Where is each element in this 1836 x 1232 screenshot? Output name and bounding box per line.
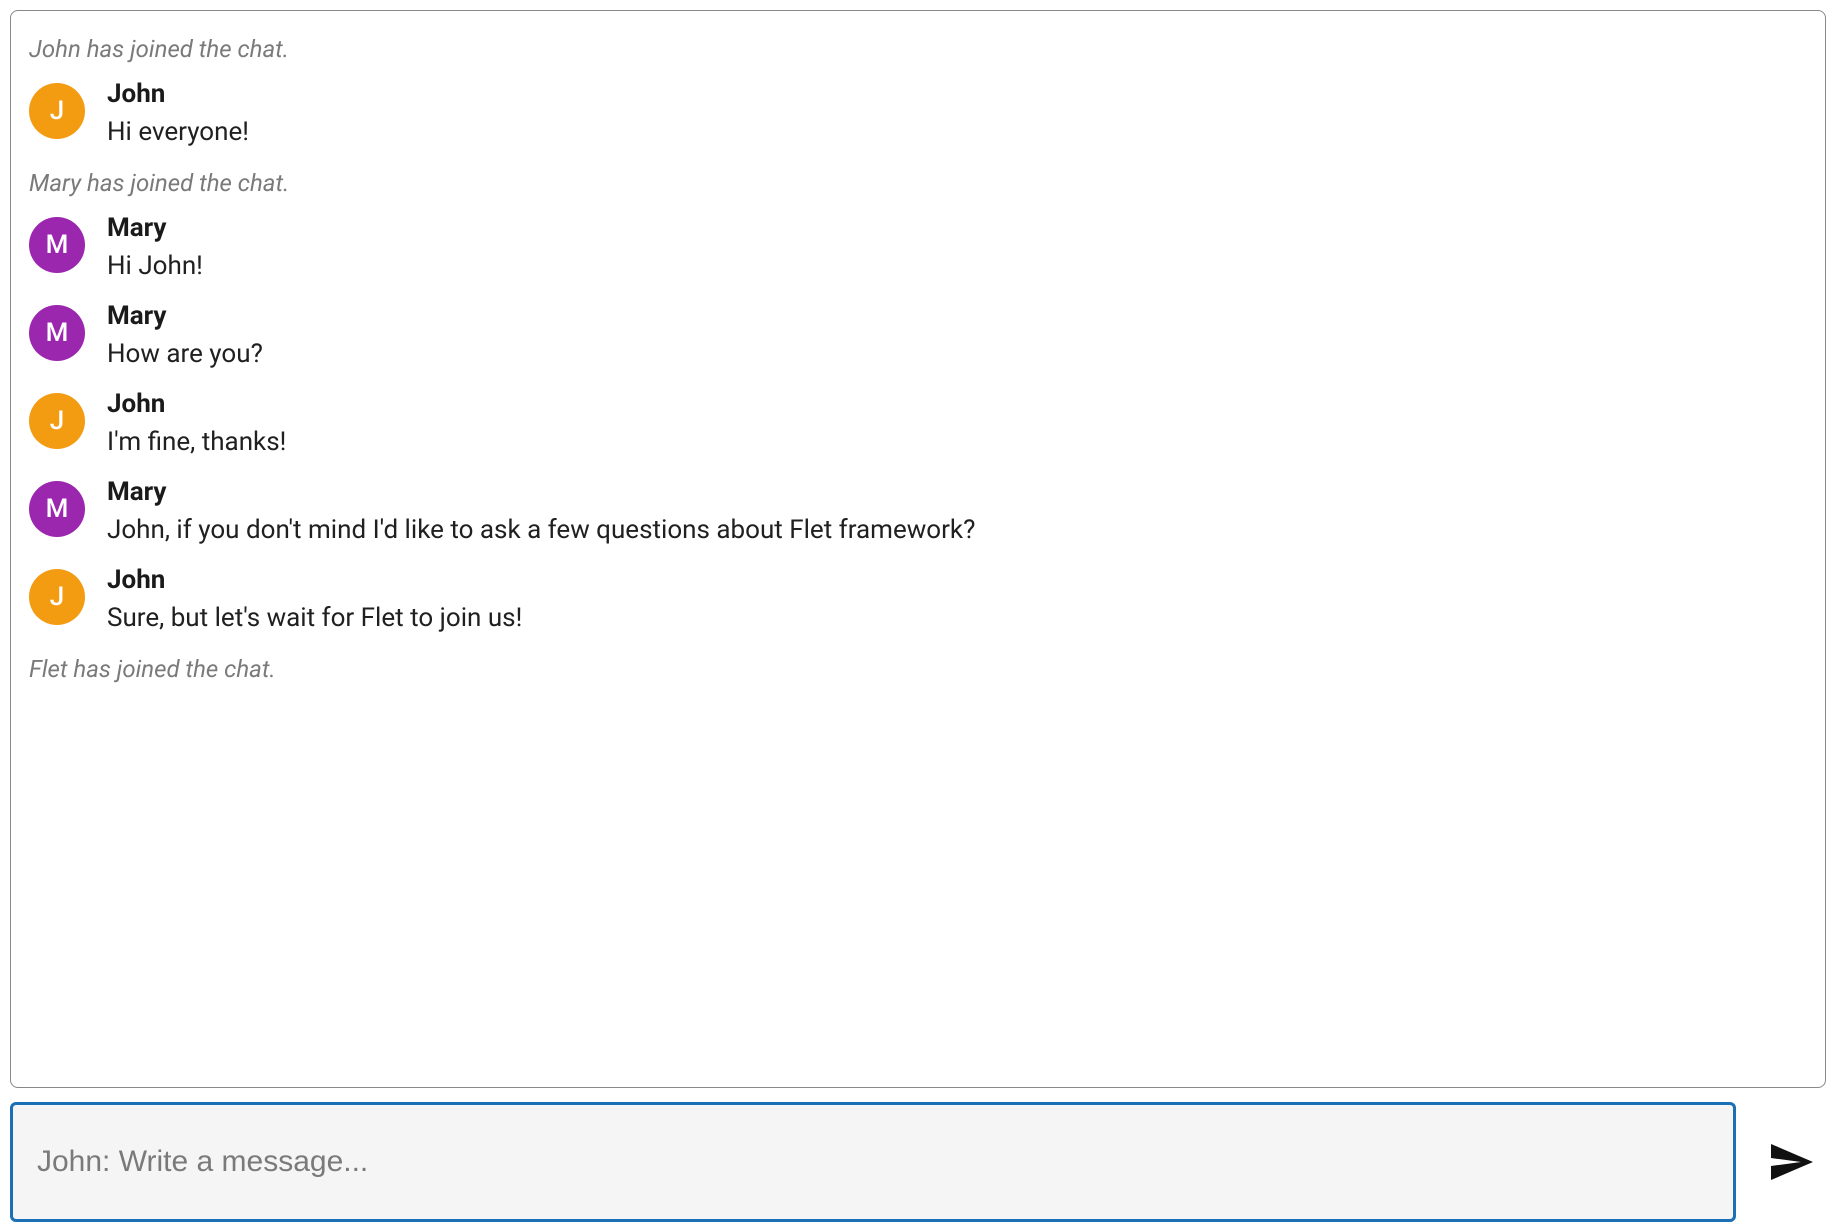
message-input[interactable] <box>10 1102 1736 1222</box>
message-body: Mary John, if you don't mind I'd like to … <box>107 477 975 545</box>
avatar: M <box>29 217 85 273</box>
chat-message: M Mary Hi John! <box>29 209 1807 291</box>
chat-message: J John I'm fine, thanks! <box>29 385 1807 467</box>
chat-message: M Mary John, if you don't mind I'd like to… <box>29 473 1807 555</box>
system-notice: John has joined the chat. <box>29 29 1807 69</box>
message-text: John, if you don't mind I'd like to ask … <box>107 515 975 545</box>
message-author: John <box>107 565 522 595</box>
message-text: Hi everyone! <box>107 117 249 147</box>
chat-message: J John Hi everyone! <box>29 75 1807 157</box>
message-body: Mary Hi John! <box>107 213 203 281</box>
chat-message: J John Sure, but let's wait for Flet to jo… <box>29 561 1807 643</box>
system-notice: Mary has joined the chat. <box>29 163 1807 203</box>
avatar: M <box>29 305 85 361</box>
chat-log[interactable]: John has joined the chat. J John Hi everyon… <box>10 10 1826 1088</box>
message-text: Hi John! <box>107 251 203 281</box>
composer-bar <box>10 1102 1826 1222</box>
send-button[interactable] <box>1756 1102 1826 1222</box>
message-body: John Sure, but let's wait for Flet to joi… <box>107 565 522 633</box>
message-body: Mary How are you? <box>107 301 263 369</box>
message-author: Mary <box>107 477 975 507</box>
message-author: John <box>107 389 286 419</box>
message-body: John I'm fine, thanks! <box>107 389 286 457</box>
message-body: John Hi everyone! <box>107 79 249 147</box>
system-notice: Flet has joined the chat. <box>29 649 1807 689</box>
message-author: Mary <box>107 213 203 243</box>
message-author: John <box>107 79 249 109</box>
avatar: J <box>29 569 85 625</box>
message-author: Mary <box>107 301 263 331</box>
send-icon <box>1767 1138 1815 1186</box>
message-text: How are you? <box>107 339 263 369</box>
message-text: I'm fine, thanks! <box>107 427 286 457</box>
avatar: J <box>29 393 85 449</box>
avatar: J <box>29 83 85 139</box>
avatar: M <box>29 481 85 537</box>
chat-message: M Mary How are you? <box>29 297 1807 379</box>
message-text: Sure, but let's wait for Flet to join us… <box>107 603 522 633</box>
